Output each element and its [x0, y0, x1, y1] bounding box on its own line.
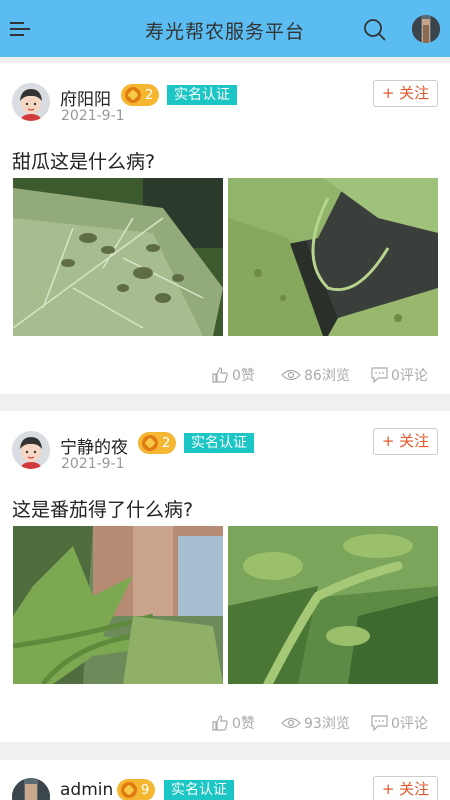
thumbs-up-icon	[212, 367, 228, 383]
post-date: 2021-9-1	[61, 108, 125, 124]
like-button[interactable]: 0赞	[211, 365, 255, 385]
level-value: 2	[162, 435, 171, 451]
username[interactable]: 府阳阳	[60, 85, 111, 110]
follow-button[interactable]: + 关注	[373, 776, 438, 800]
like-button[interactable]: 0赞	[211, 713, 255, 733]
post-card[interactable]: 宁静的夜 2 实名认证 2021-9-1 + 关注 这是番茄得了什么病? 0赞 …	[0, 411, 450, 742]
thumbs-up-icon	[212, 715, 228, 731]
level-badge: 2	[138, 432, 177, 454]
medal-icon	[125, 87, 141, 103]
post-stats: 0赞 93浏览 0评论	[0, 713, 450, 735]
post-image[interactable]	[13, 526, 223, 684]
post-stats: 0赞 86浏览 0评论	[0, 365, 450, 387]
post-card[interactable]: admin 9 实名认证 + 关注	[0, 760, 450, 800]
post-card[interactable]: 府阳阳 2 实名认证 2021-9-1 + 关注 甜瓜这是什么病? 0赞 86浏…	[0, 63, 450, 394]
username[interactable]: 宁静的夜	[60, 433, 128, 458]
username[interactable]: admin	[60, 780, 113, 800]
level-badge: 9	[117, 779, 156, 800]
eye-icon	[281, 369, 301, 381]
views-count: 86浏览	[281, 365, 350, 385]
avatar[interactable]	[12, 778, 50, 800]
post-question[interactable]: 这是番茄得了什么病?	[12, 495, 193, 522]
search-icon[interactable]	[363, 18, 387, 42]
app-header: 寿光帮农服务平台	[0, 0, 450, 57]
comment-icon	[371, 367, 388, 383]
medal-icon	[121, 782, 137, 798]
comment-button[interactable]: 0评论	[371, 365, 428, 385]
verified-badge: 实名认证	[164, 780, 234, 800]
views-count: 93浏览	[281, 713, 350, 733]
verified-badge: 实名认证	[167, 85, 237, 105]
comment-icon	[371, 715, 388, 731]
avatar[interactable]	[12, 83, 50, 121]
post-date: 2021-9-1	[61, 456, 125, 472]
level-value: 2	[145, 87, 154, 103]
medal-icon	[142, 435, 158, 451]
follow-button[interactable]: + 关注	[373, 80, 438, 107]
eye-icon	[281, 717, 301, 729]
user-avatar[interactable]	[412, 15, 440, 43]
follow-button[interactable]: + 关注	[373, 428, 438, 455]
verified-badge: 实名认证	[184, 433, 254, 453]
post-question[interactable]: 甜瓜这是什么病?	[12, 147, 155, 174]
post-image[interactable]	[228, 178, 438, 336]
avatar[interactable]	[12, 431, 50, 469]
post-image[interactable]	[13, 178, 223, 336]
level-badge: 2	[121, 84, 160, 106]
level-value: 9	[141, 782, 150, 798]
comment-button[interactable]: 0评论	[371, 713, 428, 733]
post-image[interactable]	[228, 526, 438, 684]
